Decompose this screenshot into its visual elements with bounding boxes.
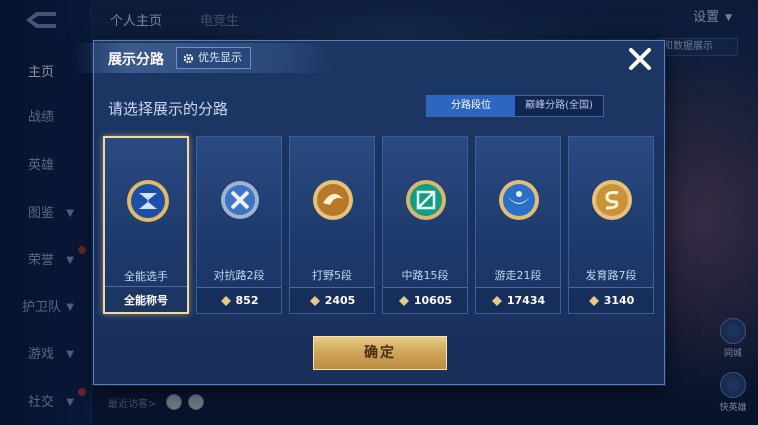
confirm-button[interactable]: 确定 — [313, 336, 447, 370]
dialog-title: 展示分路 — [108, 52, 164, 68]
mastery-point-icon — [491, 295, 502, 306]
lane-name: 游走21段 — [494, 269, 542, 282]
lane-display-dialog: 展示分路 优先显示 请选择展示的分路 分路段位 巅峰分路(全国) 全能选手 全能… — [74, 40, 665, 385]
footer-value: 17434 — [506, 294, 546, 307]
lane-card-roam[interactable]: 游走21段 17434 — [475, 136, 561, 314]
mastery-point-icon — [588, 295, 599, 306]
lane-name: 发育路7段 — [585, 269, 637, 282]
footer-value: 10605 — [413, 294, 453, 307]
lane-card-mid[interactable]: 中路15段 10605 — [382, 136, 468, 314]
mastery-point-icon — [398, 295, 409, 306]
tab-lane-rank[interactable]: 分路段位 — [427, 96, 515, 116]
segment-toggle: 分路段位 巅峰分路(全国) — [426, 95, 604, 117]
jungle-badge-icon — [313, 180, 353, 220]
mastery-point-icon — [309, 295, 320, 306]
dialog-subtitle: 请选择展示的分路 — [108, 100, 229, 118]
footer-text: 全能称号 — [124, 293, 168, 307]
footer-value: 3140 — [603, 294, 635, 307]
roam-badge-icon — [499, 180, 539, 220]
farm-lane-badge-icon — [592, 180, 632, 220]
gear-icon — [183, 53, 194, 63]
lane-card-all-round[interactable]: 全能选手 全能称号 — [103, 136, 189, 314]
footer-value: 852 — [235, 294, 259, 307]
lane-footer: 10605 — [383, 287, 467, 313]
close-icon[interactable] — [624, 43, 656, 75]
priority-label: 优先显示 — [198, 51, 242, 64]
mastery-point-icon — [220, 295, 231, 306]
lane-card-clash[interactable]: 对抗路2段 852 — [196, 136, 282, 314]
lane-name: 打野5段 — [312, 269, 352, 282]
mid-lane-badge-icon — [406, 180, 446, 220]
lane-footer: 2405 — [290, 287, 374, 313]
lane-card-farm[interactable]: 发育路7段 3140 — [568, 136, 654, 314]
lane-name: 全能选手 — [124, 270, 168, 283]
lane-footer: 全能称号 — [105, 286, 187, 312]
lane-name: 中路15段 — [401, 269, 449, 282]
priority-display-button[interactable]: 优先显示 — [176, 47, 251, 69]
lane-footer: 3140 — [569, 287, 653, 313]
footer-value: 2405 — [324, 294, 356, 307]
lane-name: 对抗路2段 — [213, 269, 265, 282]
lane-footer: 852 — [197, 287, 281, 313]
all-round-badge-icon — [127, 180, 169, 222]
tab-peak-lane[interactable]: 巅峰分路(全国) — [515, 96, 603, 116]
lane-card-jungle[interactable]: 打野5段 2405 — [289, 136, 375, 314]
lane-footer: 17434 — [476, 287, 560, 313]
clash-lane-badge-icon — [221, 181, 259, 219]
